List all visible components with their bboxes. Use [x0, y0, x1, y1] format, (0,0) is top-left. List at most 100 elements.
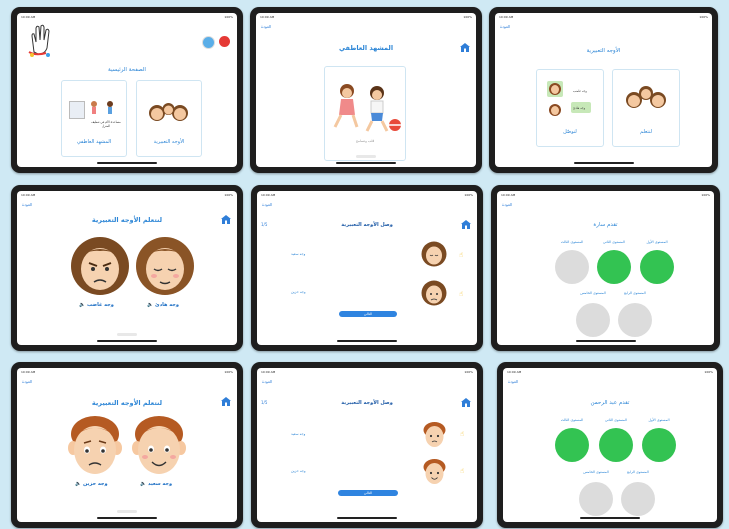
card-learn-label: لنتعلم [640, 129, 652, 135]
next-button[interactable]: التالي [339, 311, 397, 317]
scene-card: قلب وتسامح [324, 66, 406, 161]
match-boy-screen: 10:09 AM 100% العودة 1/5 وصل الأوجه التع… [257, 368, 477, 522]
level-circle-2[interactable] [597, 250, 631, 284]
back-button[interactable]: العودة [22, 379, 32, 384]
card-emotions[interactable]: الأوجه التعبيرية [136, 80, 202, 157]
app-logo [28, 24, 50, 57]
home-icon[interactable] [461, 398, 471, 407]
level-label-1: المستوى الأول [648, 418, 670, 422]
angry-girl-face[interactable] [421, 280, 447, 306]
status-bar: 10:09 AM 100% [260, 15, 472, 20]
card-emotions-label: الأوجه التعبيرية [153, 139, 185, 145]
faces-illustration [626, 86, 666, 108]
tablet-match-boy: 10:09 AM 100% العودة 1/5 وصل الأوجه التع… [251, 362, 483, 528]
card-scene[interactable]: مساعدة الأم في تنظيف المنزل المشهد العاط… [61, 80, 127, 157]
card-scene-label: المشهد العاطفي [76, 139, 112, 145]
level-label-2: المستوى الثاني [605, 418, 627, 422]
status-time: 10:09 AM [507, 370, 522, 374]
pager [117, 333, 137, 336]
card-match[interactable]: وجه غاضب وجه هادئ لنوصّل [536, 69, 604, 147]
hand-pointer-icon: ☝ [460, 467, 465, 475]
back-button[interactable]: العودة [502, 202, 512, 207]
label-calm-text: وجه هادئ [154, 302, 179, 308]
page-title: تقدم سارة [593, 222, 618, 228]
level-label-3: المستوى الثالث [560, 240, 584, 244]
sad-boy-face[interactable] [422, 421, 447, 448]
next-button[interactable]: التالي [338, 490, 398, 496]
home-icon[interactable] [461, 220, 471, 229]
level-circle-3[interactable] [555, 428, 589, 462]
back-button[interactable]: العودة [262, 202, 272, 207]
match-label-sad[interactable]: وجه حزين [291, 469, 306, 473]
status-battery: 100% [701, 193, 710, 197]
label-calm[interactable]: 🔈 وجه هادئ [147, 302, 179, 308]
level-circle-1[interactable] [640, 250, 674, 284]
home-icon[interactable] [460, 43, 470, 52]
home-indicator [97, 162, 157, 164]
page-title: لنتعلم الأوجه التعبيرية [91, 399, 163, 407]
tablet-home: 10:09 AM 100% الصفحة الرئيسية مساعدة الأ… [11, 7, 243, 173]
status-battery: 100% [224, 370, 233, 374]
speaker-icon[interactable]: 🔈 [79, 302, 85, 308]
level-circle-5[interactable] [576, 303, 610, 337]
page-title: لنتعلم الأوجه التعبيرية [91, 216, 163, 224]
back-button[interactable]: العودة [508, 379, 518, 384]
page-title: الصفحة الرئيسية [108, 67, 146, 73]
back-button[interactable]: العودة [261, 24, 271, 29]
status-time: 10:09 AM [499, 15, 514, 19]
chip-label-1: وجه غاضب [573, 89, 587, 93]
page-title: الأوجه التعبيرية [586, 48, 621, 54]
home-indicator [97, 517, 157, 519]
speaker-icon[interactable]: 🔈 [75, 481, 81, 487]
status-bar: 10:09 AM 100% [21, 193, 233, 198]
level-label-4: المستوى الرابع [624, 291, 646, 295]
level-circle-4[interactable] [621, 482, 655, 516]
home-indicator [580, 517, 640, 519]
status-time: 10:09 AM [21, 193, 36, 197]
page-title: المشهد العاطفي [338, 44, 394, 52]
card-learn[interactable]: لنتعلم [612, 69, 680, 147]
calm-girl-face [136, 237, 194, 295]
speaker-icon[interactable]: 🔈 [147, 302, 153, 308]
level-circle-3[interactable] [555, 250, 589, 284]
home-indicator [336, 162, 396, 164]
children-playing-image [333, 84, 401, 132]
level-circle-1[interactable] [642, 428, 676, 462]
match-girl-screen: 10:09 AM 100% العودة 1/5 وصل الأوجه التع… [257, 191, 477, 345]
page-title: تقدم عبد الرحمن [590, 400, 630, 406]
home-icon[interactable] [221, 397, 231, 406]
match-label-sad[interactable]: وجه حزين [291, 290, 306, 294]
status-bar: 10:09 AM 100% [261, 193, 473, 198]
speaker-icon[interactable]: 🔈 [140, 481, 146, 487]
status-battery: 100% [463, 15, 472, 19]
label-happy[interactable]: 🔈 وجه سعيد [140, 481, 172, 487]
match-label-happy[interactable]: وجه سعيد [291, 432, 305, 436]
calm-girl-face[interactable] [421, 241, 447, 267]
faces-illustration [149, 103, 188, 121]
status-time: 10:09 AM [261, 370, 276, 374]
label-sad[interactable]: 🔈 وجه حزين [75, 481, 108, 487]
label-sad-text: وجه حزين [82, 481, 108, 487]
level-circle-4[interactable] [618, 303, 652, 337]
home-icon[interactable] [221, 215, 231, 224]
status-bar: 10:09 AM 100% [261, 370, 473, 375]
back-button[interactable]: العودة [262, 379, 272, 384]
happy-boy-face[interactable] [422, 458, 447, 485]
label-angry-text: وجه غاضب [86, 302, 114, 308]
tablet-learn-boy: 10:09 AM 100% العودة لنتعلم الأوجه التعب… [11, 362, 243, 528]
level-circle-5[interactable] [579, 482, 613, 516]
logout-icon[interactable] [219, 36, 230, 47]
label-angry[interactable]: 🔈 وجه غاضب [79, 302, 114, 308]
back-button[interactable]: العودة [22, 202, 32, 207]
settings-icon[interactable] [202, 36, 215, 49]
scene-caption: قلب وتسامح [355, 139, 375, 143]
back-button[interactable]: العودة [500, 24, 510, 29]
level-label-5: المستوى الخامس [583, 470, 609, 474]
pager [117, 510, 137, 513]
status-bar: 10:09 AM 100% [501, 193, 710, 198]
match-label-happy[interactable]: وجه سعيد [291, 252, 305, 256]
sad-boy-face [68, 416, 122, 474]
level-circle-2[interactable] [599, 428, 633, 462]
learn-girl-screen: 10:09 AM 100% العودة لنتعلم الأوجه التعب… [17, 191, 237, 345]
tablet-emotions-menu: 10:09 AM 100% العودة الأوجه التعبيرية وج… [489, 7, 718, 173]
